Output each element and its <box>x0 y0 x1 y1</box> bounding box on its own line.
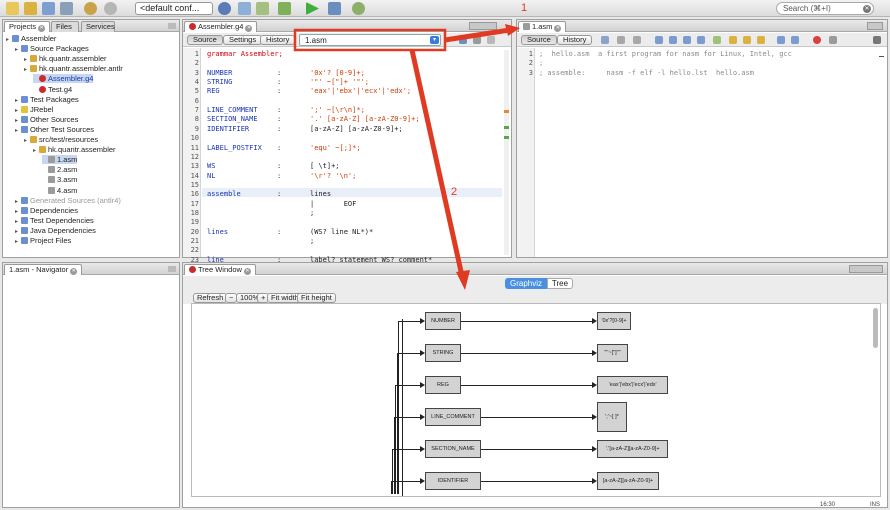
callout-label-1: 1 <box>521 2 528 14</box>
callout-arrows <box>293 24 520 290</box>
callout-box <box>293 28 447 52</box>
callout-arrowhead-1 <box>505 24 520 36</box>
callout-arrow-1 <box>444 27 511 43</box>
callout-arrowhead-2 <box>456 270 470 290</box>
callout-arrow-2 <box>409 49 465 277</box>
callout-label-2: 2 <box>451 186 458 198</box>
